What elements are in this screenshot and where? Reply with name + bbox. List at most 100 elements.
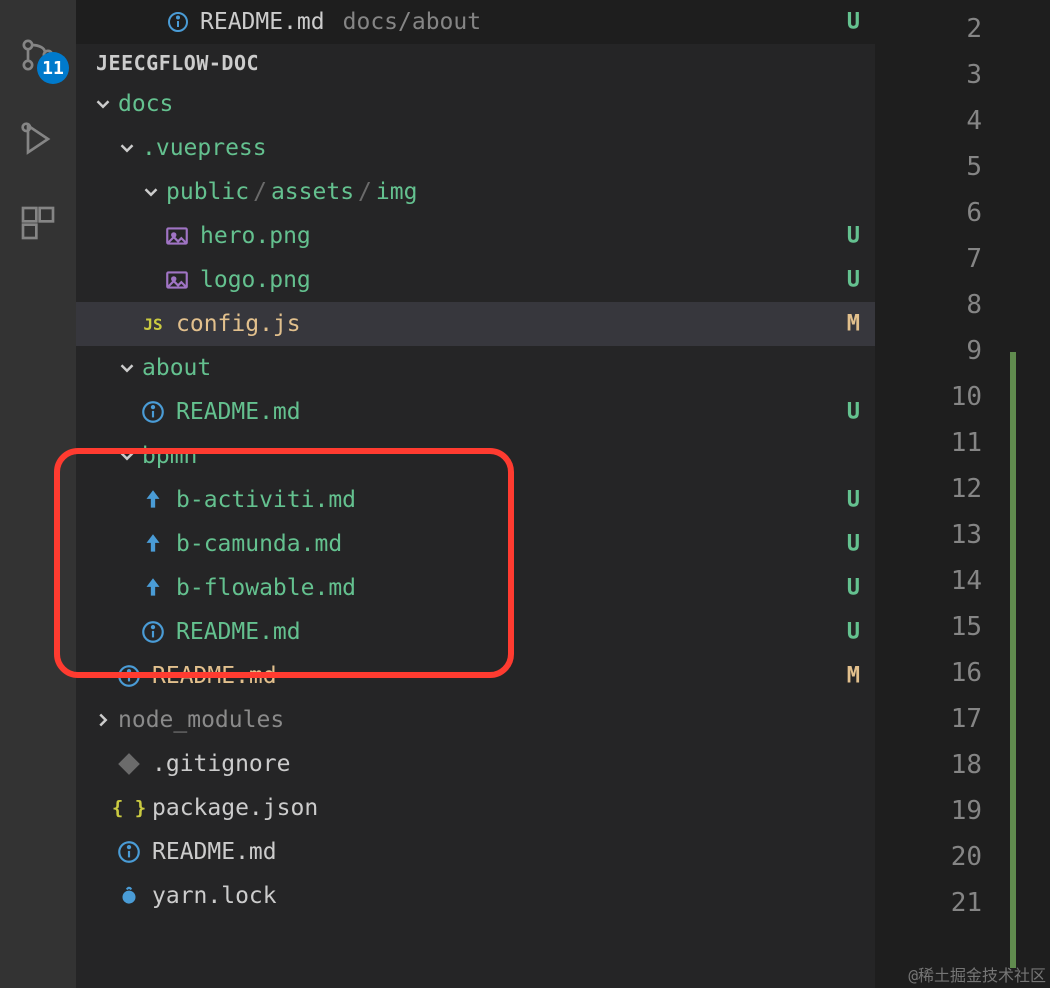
git-status-untracked: U (847, 576, 860, 601)
info-icon (140, 399, 166, 425)
file-label: yarn.lock (152, 883, 277, 909)
json-icon: { } (116, 795, 142, 821)
line-number: 8 (966, 282, 982, 328)
git-status-untracked: U (847, 488, 860, 513)
project-name: JEECGFLOW-DOC (96, 51, 259, 75)
folder-label: .vuepress (142, 135, 267, 161)
folder-label: node_modules (118, 707, 284, 733)
run-debug-icon[interactable] (13, 114, 63, 164)
tree-folder[interactable]: .vuepress (76, 126, 876, 170)
chevron-right-icon (92, 709, 114, 731)
watermark: @稀土掘金技术社区 (908, 962, 1046, 986)
open-editor-status: U (847, 10, 860, 35)
tree-file[interactable]: JS config.js M (76, 302, 876, 346)
line-number: 12 (951, 466, 982, 512)
git-icon (116, 751, 142, 777)
tree-folder[interactable]: docs (76, 82, 876, 126)
extensions-icon[interactable] (13, 198, 63, 248)
line-number: 7 (966, 236, 982, 282)
file-label: b-camunda.md (176, 531, 342, 557)
source-control-icon[interactable]: 11 (13, 30, 63, 80)
line-number: 5 (966, 144, 982, 190)
activity-bar: 11 (0, 0, 76, 988)
folder-label: bpmn (142, 443, 197, 469)
project-header[interactable]: JEECGFLOW-DOC (76, 44, 876, 82)
file-label: README.md (152, 839, 277, 865)
tree-file[interactable]: b-camunda.md U (76, 522, 876, 566)
chevron-down-icon (116, 357, 138, 379)
folder-label: docs (118, 91, 173, 117)
tree-folder[interactable]: node_modules (76, 698, 876, 742)
tree-file[interactable]: .gitignore (76, 742, 876, 786)
info-icon (140, 619, 166, 645)
tree-folder[interactable]: about (76, 346, 876, 390)
tree-folder[interactable]: bpmn (76, 434, 876, 478)
line-number: 21 (951, 880, 982, 926)
line-number: 10 (951, 374, 982, 420)
line-number: 14 (951, 558, 982, 604)
line-number: 17 (951, 696, 982, 742)
open-editor-row[interactable]: README.md docs/about U (76, 0, 876, 44)
editor-area: 23456789101112131415161718192021 (875, 0, 1050, 988)
line-number: 9 (966, 328, 982, 374)
folder-path-label: public/assets/img (166, 179, 417, 205)
tree-file[interactable]: b-activiti.md U (76, 478, 876, 522)
info-icon (166, 10, 190, 34)
file-label: package.json (152, 795, 318, 821)
tree-file[interactable]: README.md U (76, 610, 876, 654)
line-number: 11 (951, 420, 982, 466)
tree-file[interactable]: README.md M (76, 654, 876, 698)
diff-gutter-indicator (1010, 352, 1016, 968)
chevron-down-icon (140, 181, 162, 203)
line-number: 6 (966, 190, 982, 236)
file-label: logo.png (200, 267, 311, 293)
image-icon (164, 223, 190, 249)
line-number: 4 (966, 98, 982, 144)
line-number: 16 (951, 650, 982, 696)
git-status-untracked: U (847, 532, 860, 557)
line-number: 3 (966, 52, 982, 98)
image-icon (164, 267, 190, 293)
file-label: README.md (176, 399, 301, 425)
file-label: hero.png (200, 223, 311, 249)
info-icon (116, 663, 142, 689)
js-icon: JS (140, 311, 166, 337)
file-label: README.md (152, 663, 277, 689)
tree-file[interactable]: README.md (76, 830, 876, 874)
info-icon (116, 839, 142, 865)
git-status-untracked: U (847, 268, 860, 293)
file-tree: docs.vuepresspublic/assets/imghero.pngUl… (76, 82, 876, 918)
chevron-down-icon (116, 137, 138, 159)
line-number: 15 (951, 604, 982, 650)
md-icon (140, 487, 166, 513)
source-control-badge: 11 (37, 52, 69, 84)
tree-file[interactable]: yarn.lock (76, 874, 876, 918)
chevron-down-icon (116, 445, 138, 467)
tree-file[interactable]: { } package.json (76, 786, 876, 830)
line-number: 19 (951, 788, 982, 834)
tree-file[interactable]: hero.pngU (76, 214, 876, 258)
md-icon (140, 575, 166, 601)
git-status-untracked: U (847, 620, 860, 645)
folder-label: about (142, 355, 211, 381)
chevron-down-icon (92, 93, 114, 115)
open-editor-filename: README.md (200, 9, 325, 35)
file-label: b-activiti.md (176, 487, 356, 513)
tree-file[interactable]: logo.png U (76, 258, 876, 302)
line-number: 2 (966, 6, 982, 52)
tree-file[interactable]: README.md U (76, 390, 876, 434)
file-label: .gitignore (152, 751, 290, 777)
line-number: 13 (951, 512, 982, 558)
file-label: README.md (176, 619, 301, 645)
tree-file[interactable]: b-flowable.md U (76, 566, 876, 610)
file-label: b-flowable.md (176, 575, 356, 601)
tree-folder[interactable]: public/assets/img (76, 170, 876, 214)
explorer-panel: README.md docs/about U JEECGFLOW-DOC doc… (76, 0, 876, 988)
yarn-icon (116, 883, 142, 909)
git-status-modified: M (847, 312, 860, 337)
line-number-gutter: 23456789101112131415161718192021 (875, 0, 1010, 988)
file-label: config.js (176, 311, 301, 337)
line-number: 20 (951, 834, 982, 880)
git-status-modified: M (847, 664, 860, 689)
git-status-untracked: U (847, 400, 860, 425)
